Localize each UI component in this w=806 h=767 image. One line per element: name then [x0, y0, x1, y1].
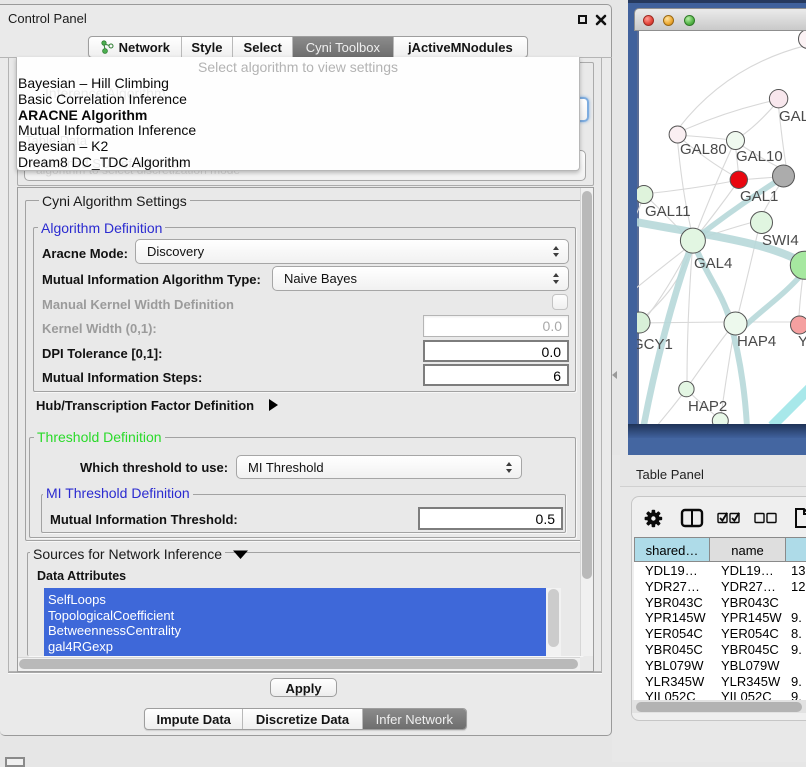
svg-text:GAL10: GAL10	[736, 148, 783, 165]
svg-text:HAP4: HAP4	[737, 333, 776, 350]
svg-text:SWI4: SWI4	[762, 232, 799, 249]
svg-text:HAP2: HAP2	[688, 398, 727, 415]
svg-text:GAL7: GAL7	[779, 108, 806, 125]
svg-text:GAL11: GAL11	[645, 203, 691, 220]
svg-text:GAL80: GAL80	[680, 141, 727, 158]
svg-text:GCY1: GCY1	[637, 336, 673, 353]
svg-text:GAL1: GAL1	[740, 188, 778, 205]
svg-text:YD: YD	[798, 333, 806, 350]
svg-text:GAL4: GAL4	[694, 255, 732, 272]
